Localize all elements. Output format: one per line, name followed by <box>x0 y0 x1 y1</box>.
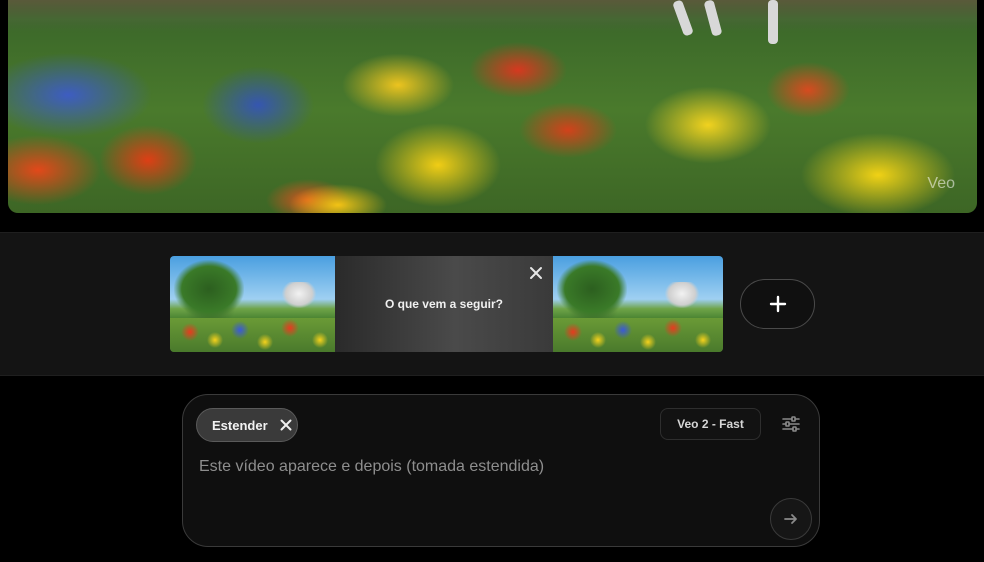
timeline: O que vem a seguir? <box>0 232 984 376</box>
extend-chip[interactable]: Estender <box>196 408 298 442</box>
add-clip-button[interactable] <box>740 279 815 329</box>
video-preview[interactable]: Veo <box>8 0 977 213</box>
clip-tree <box>174 260 244 318</box>
horse-legs <box>668 0 778 45</box>
next-clip-prompt: O que vem a seguir? <box>384 297 504 311</box>
veo-watermark: Veo <box>927 175 955 192</box>
prompt-input[interactable] <box>199 453 759 481</box>
model-selector[interactable]: Veo 2 - Fast <box>660 408 761 440</box>
clip-thumbnail-right[interactable] <box>553 256 723 352</box>
clip-tree <box>557 260 627 318</box>
clip-horse <box>665 282 699 308</box>
clip-thumbnail-left[interactable] <box>170 256 335 352</box>
prompt-box: Estender Veo 2 - Fast <box>182 394 820 547</box>
clip-horse <box>282 282 316 308</box>
plus-icon <box>769 295 786 313</box>
arrow-right-icon <box>784 514 797 524</box>
extend-chip-label: Estender <box>212 417 268 433</box>
send-button[interactable] <box>770 498 812 540</box>
video-background <box>8 0 977 32</box>
close-icon[interactable] <box>280 419 292 431</box>
clip-flowers <box>553 318 723 352</box>
clip-flowers <box>170 318 335 352</box>
close-icon[interactable] <box>529 266 543 280</box>
sliders-icon[interactable] <box>781 414 801 434</box>
next-clip-placeholder[interactable]: O que vem a seguir? <box>335 256 553 352</box>
